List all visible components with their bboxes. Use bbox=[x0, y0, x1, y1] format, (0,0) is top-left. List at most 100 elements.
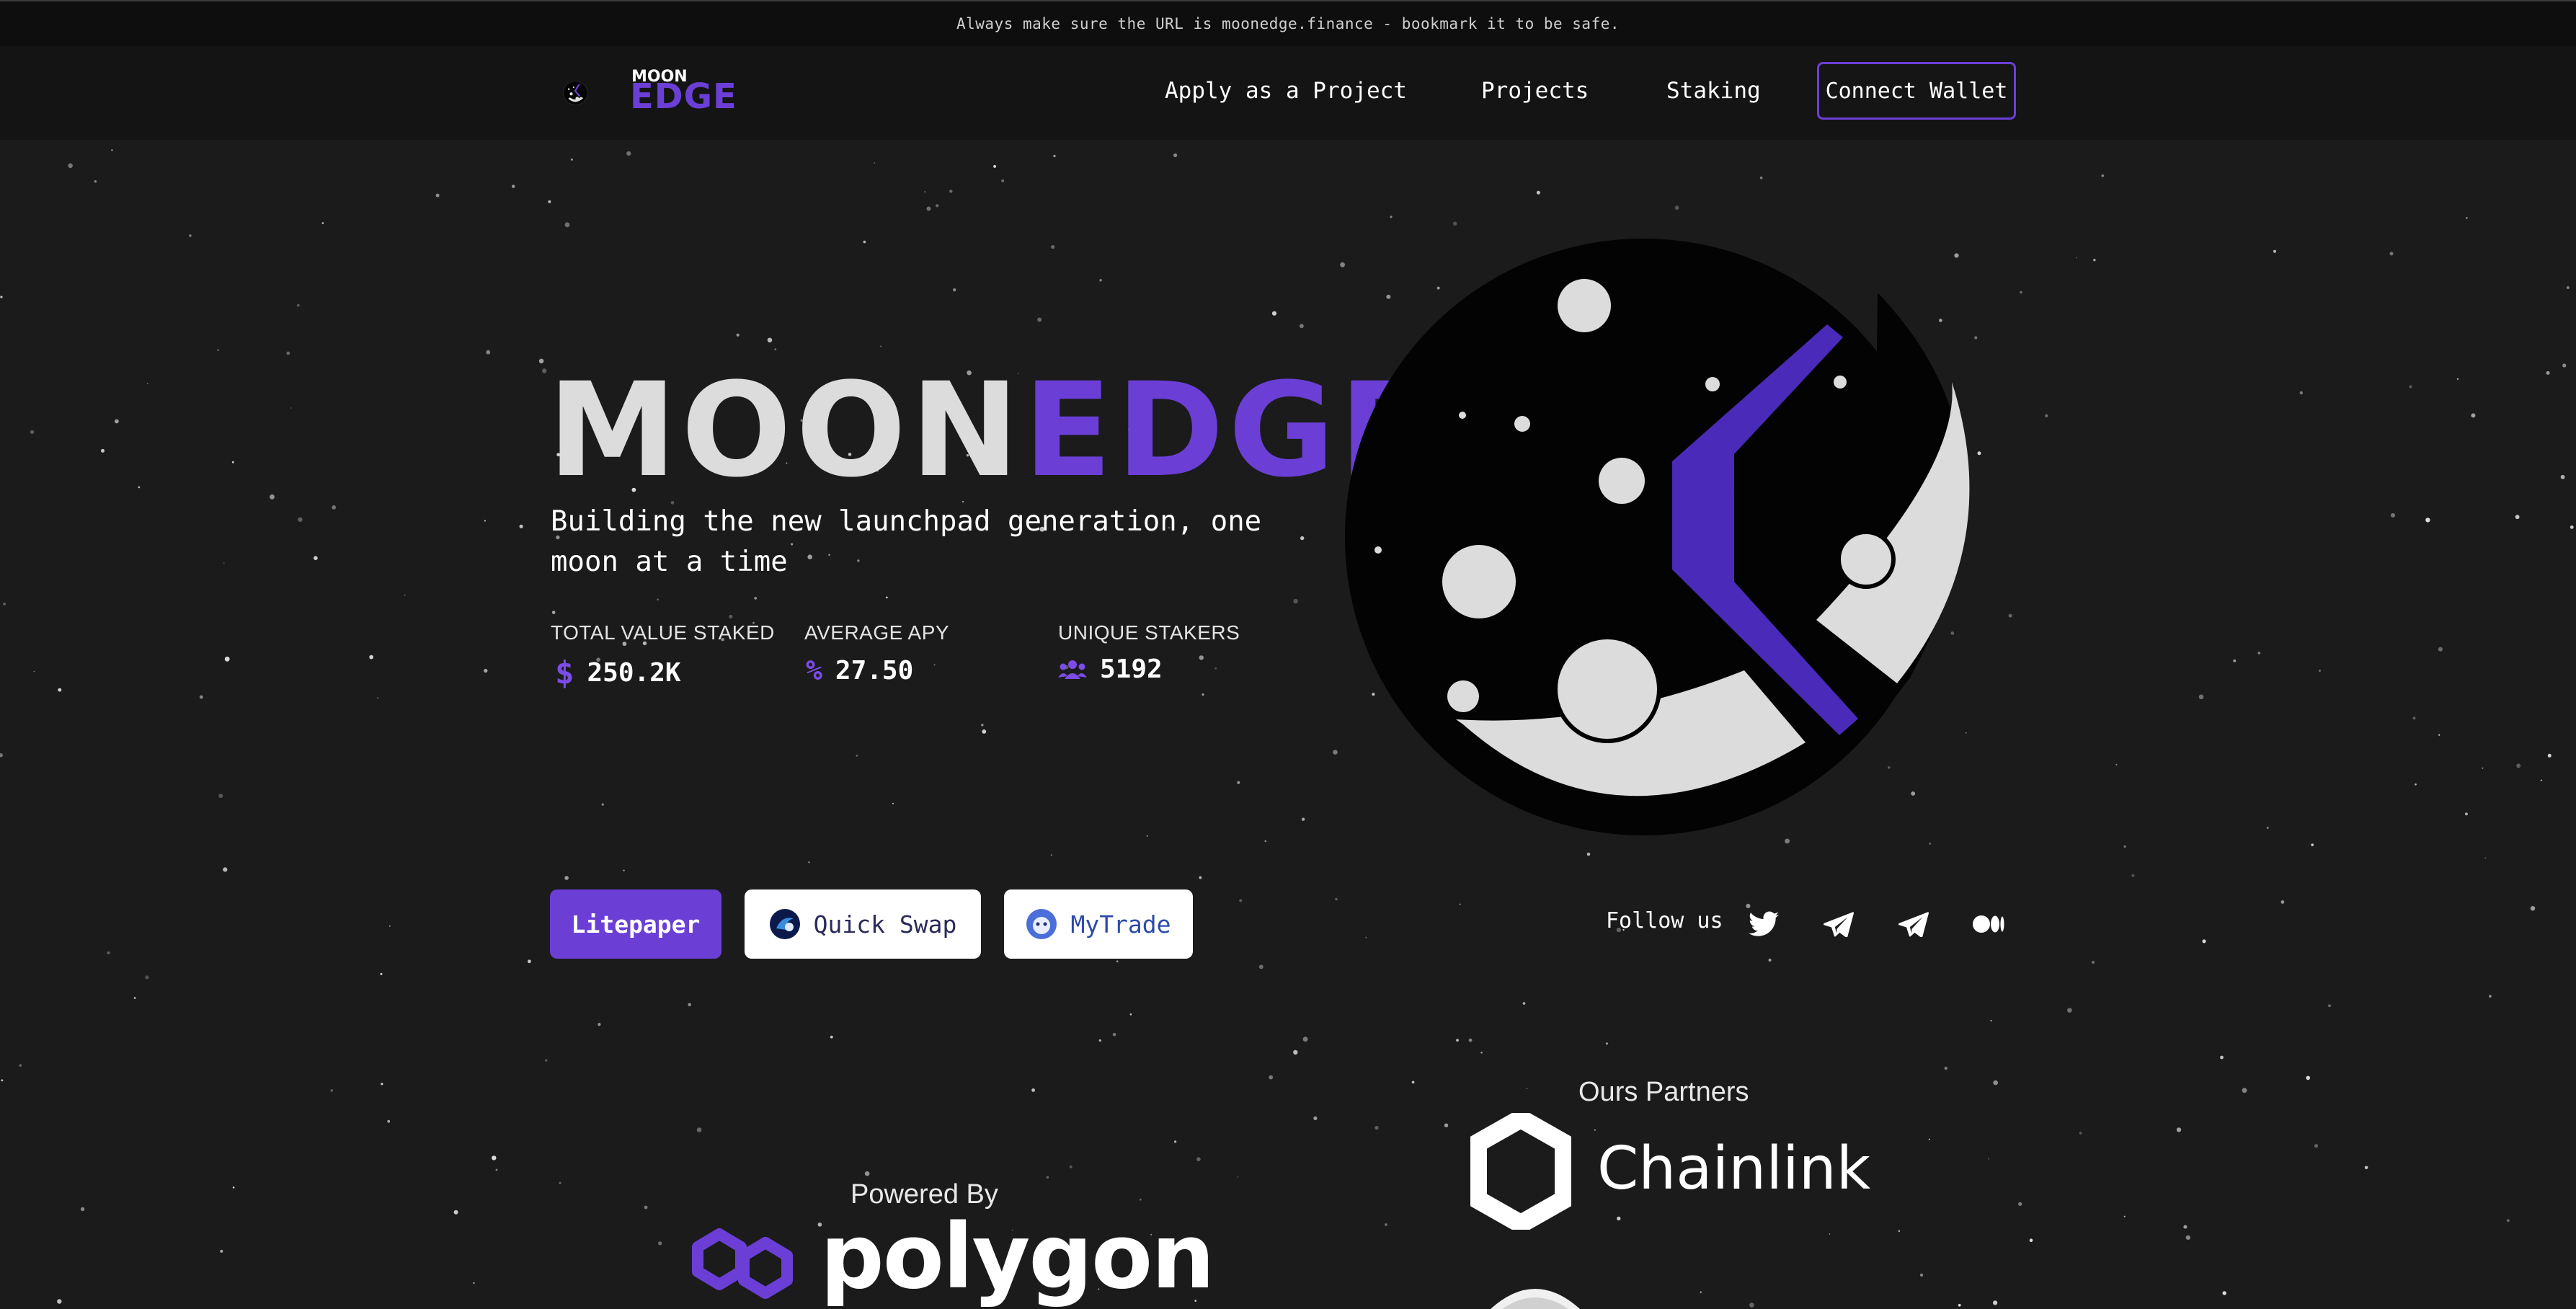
star bbox=[1335, 897, 1338, 901]
star bbox=[892, 802, 894, 804]
star bbox=[2045, 414, 2048, 417]
star bbox=[924, 191, 926, 193]
star bbox=[2515, 515, 2520, 520]
star bbox=[1929, 842, 1932, 845]
star bbox=[564, 222, 570, 228]
telegram-icon[interactable] bbox=[1821, 907, 1856, 941]
star bbox=[696, 1127, 702, 1132]
moonedge-logo-icon[interactable] bbox=[562, 62, 631, 124]
star bbox=[94, 180, 97, 183]
polygon-name[interactable]: polygon bbox=[820, 1205, 1215, 1309]
star bbox=[1293, 1050, 1298, 1055]
star bbox=[2547, 753, 2551, 758]
twitter-icon[interactable] bbox=[1746, 907, 1781, 941]
starfield-background bbox=[0, 149, 2574, 1308]
star bbox=[754, 597, 758, 600]
star bbox=[1116, 960, 1119, 962]
star bbox=[1749, 1303, 1754, 1308]
medium-icon[interactable] bbox=[1971, 907, 2006, 941]
star bbox=[863, 240, 866, 244]
star bbox=[2391, 512, 2395, 518]
star bbox=[644, 1205, 648, 1210]
star bbox=[298, 517, 303, 522]
star bbox=[1301, 817, 1305, 821]
star bbox=[982, 729, 987, 734]
polygon-logo-icon[interactable] bbox=[685, 1218, 800, 1309]
star bbox=[551, 611, 556, 614]
star bbox=[1214, 667, 1217, 670]
telegram-icon[interactable] bbox=[1896, 907, 1931, 941]
star bbox=[2029, 1238, 2033, 1242]
stat-label-tvs: TOTAL VALUE STAKED bbox=[551, 621, 775, 644]
star bbox=[830, 1035, 833, 1039]
star bbox=[321, 222, 324, 224]
star bbox=[1444, 1123, 1449, 1127]
star bbox=[1053, 154, 1056, 158]
star bbox=[1258, 964, 1263, 969]
nav-projects[interactable]: Projects bbox=[1481, 75, 1589, 107]
star bbox=[1385, 1223, 1387, 1226]
star bbox=[115, 419, 119, 424]
star bbox=[2123, 1215, 2126, 1217]
litepaper-button[interactable]: Litepaper bbox=[550, 889, 721, 959]
star bbox=[2319, 670, 2321, 672]
star bbox=[1605, 1042, 1608, 1045]
nav-staking[interactable]: Staking bbox=[1666, 75, 1761, 107]
star bbox=[2466, 217, 2468, 219]
hero-title-moon: MOON bbox=[548, 355, 1023, 506]
star bbox=[1700, 1291, 1702, 1293]
star bbox=[736, 333, 740, 337]
star bbox=[232, 1186, 235, 1189]
star bbox=[2299, 391, 2303, 395]
star bbox=[2079, 1132, 2082, 1135]
star bbox=[189, 234, 192, 237]
star bbox=[808, 861, 810, 864]
star bbox=[296, 303, 300, 307]
connect-wallet-button[interactable]: Connect Wallet bbox=[1817, 62, 2016, 120]
star bbox=[949, 190, 953, 193]
star bbox=[1031, 1088, 1035, 1092]
star bbox=[519, 524, 523, 528]
star bbox=[1374, 1125, 1379, 1130]
star bbox=[729, 614, 733, 619]
chainlink-name[interactable]: Chainlink bbox=[1597, 1135, 1870, 1203]
star bbox=[1239, 899, 1243, 902]
star bbox=[486, 350, 491, 355]
star bbox=[1264, 840, 1267, 843]
logo-text-edge[interactable]: EDGE bbox=[630, 76, 737, 117]
quickswap-button[interactable]: Quick Swap bbox=[745, 889, 981, 959]
star bbox=[199, 695, 203, 699]
star bbox=[2566, 286, 2570, 289]
chainlink-logo-icon[interactable] bbox=[1470, 1113, 1571, 1230]
star bbox=[80, 1207, 85, 1212]
partner-logo-partial-icon[interactable] bbox=[1485, 1283, 1586, 1309]
nav-apply-project[interactable]: Apply as a Project bbox=[1165, 75, 1407, 107]
star bbox=[926, 206, 931, 211]
stat-value-tvs: 250.2K bbox=[587, 658, 681, 688]
star bbox=[953, 288, 956, 292]
star bbox=[231, 461, 234, 463]
star bbox=[224, 656, 230, 662]
star bbox=[1411, 1081, 1415, 1084]
mytrade-label: MyTrade bbox=[1070, 910, 1171, 939]
star bbox=[1990, 1019, 1992, 1022]
follow-us-label: Follow us bbox=[1606, 908, 1723, 933]
star bbox=[2456, 378, 2459, 381]
star bbox=[2540, 779, 2542, 781]
star bbox=[2131, 874, 2135, 877]
moon-illustration bbox=[1345, 239, 1970, 835]
star bbox=[68, 163, 73, 169]
star bbox=[2202, 939, 2206, 944]
star bbox=[2471, 413, 2476, 418]
star bbox=[133, 997, 136, 999]
star bbox=[1674, 205, 1679, 210]
star bbox=[0, 296, 3, 298]
star bbox=[1785, 838, 1790, 844]
partners-title: Ours Partners bbox=[1578, 1077, 1749, 1107]
mytrade-button[interactable]: MyTrade bbox=[1004, 889, 1193, 959]
star bbox=[1302, 1037, 1308, 1042]
stat-value-stakers: 5192 bbox=[1100, 654, 1163, 684]
star bbox=[658, 1241, 662, 1246]
star bbox=[2185, 1235, 2190, 1240]
star bbox=[2415, 783, 2417, 786]
